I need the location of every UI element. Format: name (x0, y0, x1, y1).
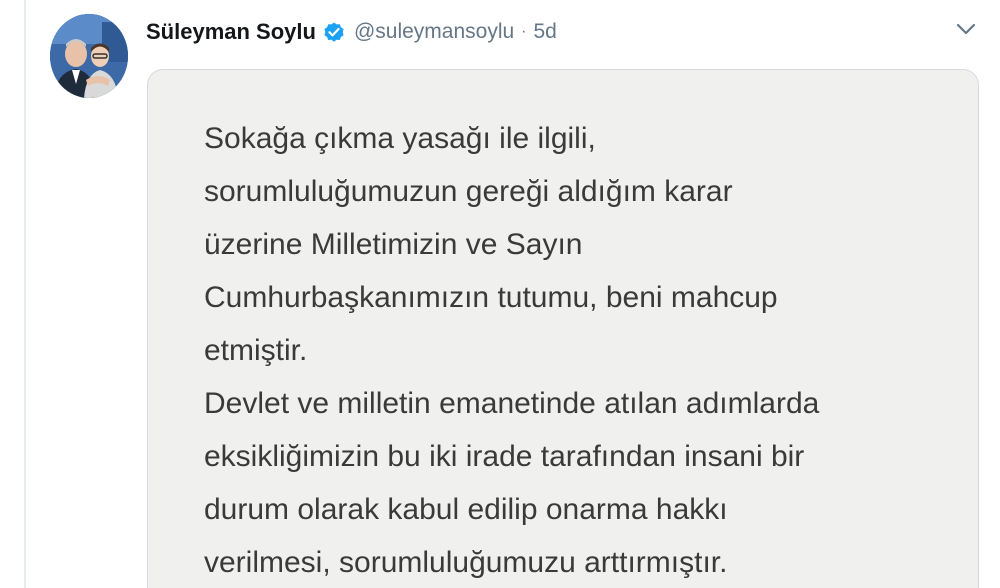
profile-photo-icon (50, 14, 128, 98)
timeline-border (24, 0, 26, 588)
media-text-line: verilmesi, sorumluluğumuzu arttırmıştır. (204, 546, 728, 579)
avatar[interactable] (50, 14, 128, 98)
media-text-line: etmiştir. (204, 334, 308, 367)
tweet-media-image[interactable]: Sokağa çıkma yasağı ile ilgili, sorumlul… (147, 69, 979, 588)
media-text-line: Cumhurbaşkanımızın tutumu, beni mahcup (204, 281, 778, 314)
verified-badge-icon (322, 20, 346, 44)
chevron-down-icon (956, 23, 976, 35)
media-text-line: Devlet ve milletin emanetinde atılan adı… (204, 387, 820, 420)
media-text-line: sorumluluğumuzun gereği aldığım karar (204, 175, 733, 208)
author-handle[interactable]: @suleymansoylu (354, 20, 514, 44)
media-text-line: durum olarak kabul edilip onarma hakkı (204, 493, 728, 526)
media-text-line: eksikliğimizin bu iki irade tarafından i… (204, 440, 805, 473)
tweet-timestamp[interactable]: 5d (534, 20, 557, 44)
tweet-header: Süleyman Soylu @suleymansoylu · 5d (146, 14, 557, 50)
separator-dot: · (521, 23, 527, 40)
media-text-block: Sokağa çıkma yasağı ile ilgili, sorumlul… (204, 112, 938, 588)
media-text-line: Sokağa çıkma yasağı ile ilgili, (204, 122, 596, 155)
tweet-menu-button[interactable] (952, 18, 980, 40)
media-text-line: üzerine Milletimizin ve Sayın (204, 228, 583, 261)
author-display-name[interactable]: Süleyman Soylu (146, 19, 316, 45)
